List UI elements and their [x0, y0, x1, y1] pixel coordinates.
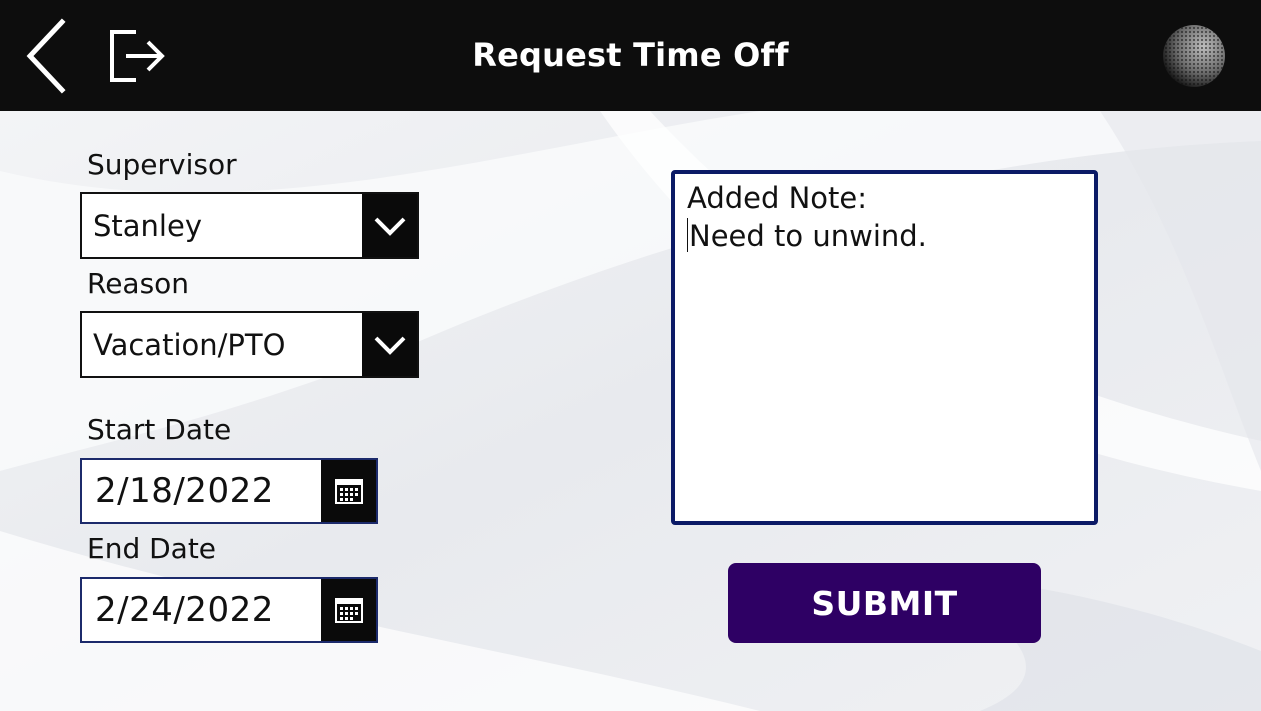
start-date-label: Start Date — [87, 413, 232, 446]
chevron-down-icon[interactable] — [362, 194, 417, 257]
supervisor-value: Stanley — [93, 208, 202, 243]
supervisor-dropdown[interactable]: Stanley — [80, 192, 419, 259]
app-header: Request Time Off — [0, 0, 1261, 111]
note-textarea[interactable]: Added Note: Need to unwind. — [671, 170, 1098, 525]
reason-dropdown[interactable]: Vacation/PTO — [80, 311, 419, 378]
calendar-icon[interactable] — [321, 579, 376, 641]
start-date-value[interactable]: 2/18/2022 — [95, 460, 274, 522]
end-date-label: End Date — [87, 532, 217, 565]
calendar-icon[interactable] — [321, 460, 376, 522]
supervisor-label: Supervisor — [87, 148, 237, 181]
reason-value: Vacation/PTO — [93, 327, 286, 362]
submit-button[interactable]: SUBMIT — [728, 563, 1041, 643]
text-cursor — [687, 218, 688, 252]
page-title: Request Time Off — [472, 36, 789, 74]
sphere-logo-icon — [1160, 22, 1228, 90]
end-date-picker[interactable]: 2/24/2022 — [80, 577, 378, 643]
note-line-1: Added Note: — [687, 181, 868, 215]
note-line-2-wrap: Need to unwind. — [687, 217, 1082, 255]
chevron-down-icon[interactable] — [362, 313, 417, 376]
reason-label: Reason — [87, 267, 190, 300]
note-line-2: Need to unwind. — [689, 219, 927, 253]
start-date-picker[interactable]: 2/18/2022 — [80, 458, 378, 524]
end-date-value[interactable]: 2/24/2022 — [95, 579, 274, 641]
